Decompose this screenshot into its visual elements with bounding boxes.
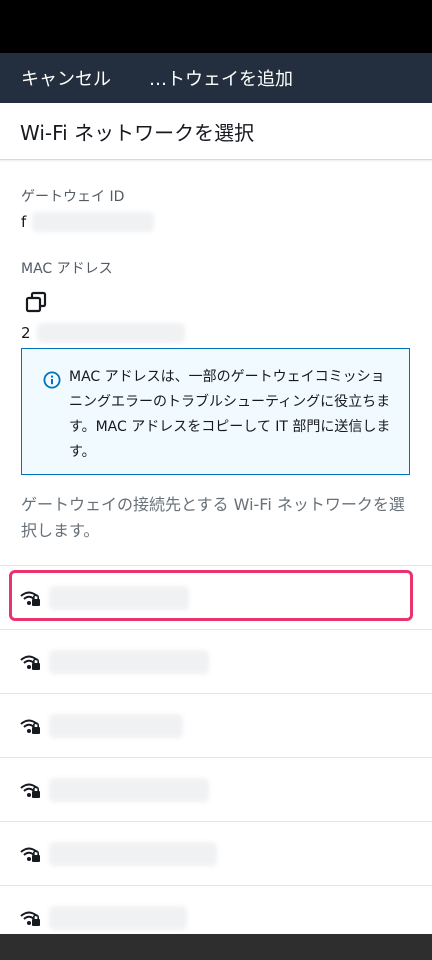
network-item[interactable] xyxy=(0,757,432,821)
page-title-bar: Wi-Fi ネットワークを選択 xyxy=(0,103,432,160)
network-item[interactable] xyxy=(0,821,432,885)
network-name-redacted xyxy=(49,649,209,674)
network-name-redacted xyxy=(49,777,209,802)
network-name-redacted xyxy=(49,905,187,930)
app-header: キャンセル …トウェイを追加 xyxy=(0,53,432,103)
info-text: MAC アドレスは、一部のゲートウェイコミッショニングエラーのトラブルシューティ… xyxy=(69,369,391,460)
redacted-gateway-id xyxy=(32,212,155,232)
network-list xyxy=(0,565,432,949)
gateway-id-label: ゲートウェイ ID xyxy=(21,189,125,205)
navigation-bar xyxy=(0,934,432,960)
selected-network-highlight xyxy=(9,570,413,621)
info-alert: MAC アドレスは、一部のゲートウェイコミッショニングエラーのトラブルシューティ… xyxy=(21,348,410,475)
cancel-button[interactable]: キャンセル xyxy=(21,65,111,91)
gateway-id-text: f xyxy=(21,213,27,231)
info-icon xyxy=(43,371,61,389)
network-name-redacted xyxy=(49,713,183,738)
network-item[interactable] xyxy=(0,629,432,693)
mac-address-label: MAC アドレス xyxy=(21,261,113,277)
wifi-lock-icon xyxy=(20,847,40,862)
redacted-mac-address xyxy=(36,323,185,343)
network-item[interactable] xyxy=(0,693,432,757)
instruction-text: ゲートウェイの接続先とする Wi-Fi ネットワークを選択します。 xyxy=(21,495,405,540)
gateway-id-value: f xyxy=(21,211,155,233)
wifi-lock-icon xyxy=(20,783,40,798)
copy-icon[interactable] xyxy=(24,290,48,314)
wifi-lock-icon xyxy=(20,911,40,926)
wifi-lock-icon xyxy=(20,655,40,670)
mac-address-value: 2 xyxy=(21,322,185,344)
wifi-lock-icon xyxy=(20,719,40,734)
network-name-redacted xyxy=(49,841,217,866)
page-title: Wi-Fi ネットワークを選択 xyxy=(20,120,255,145)
status-bar xyxy=(0,0,432,53)
header-title: …トウェイを追加 xyxy=(149,69,293,90)
mac-address-text: 2 xyxy=(21,324,31,342)
